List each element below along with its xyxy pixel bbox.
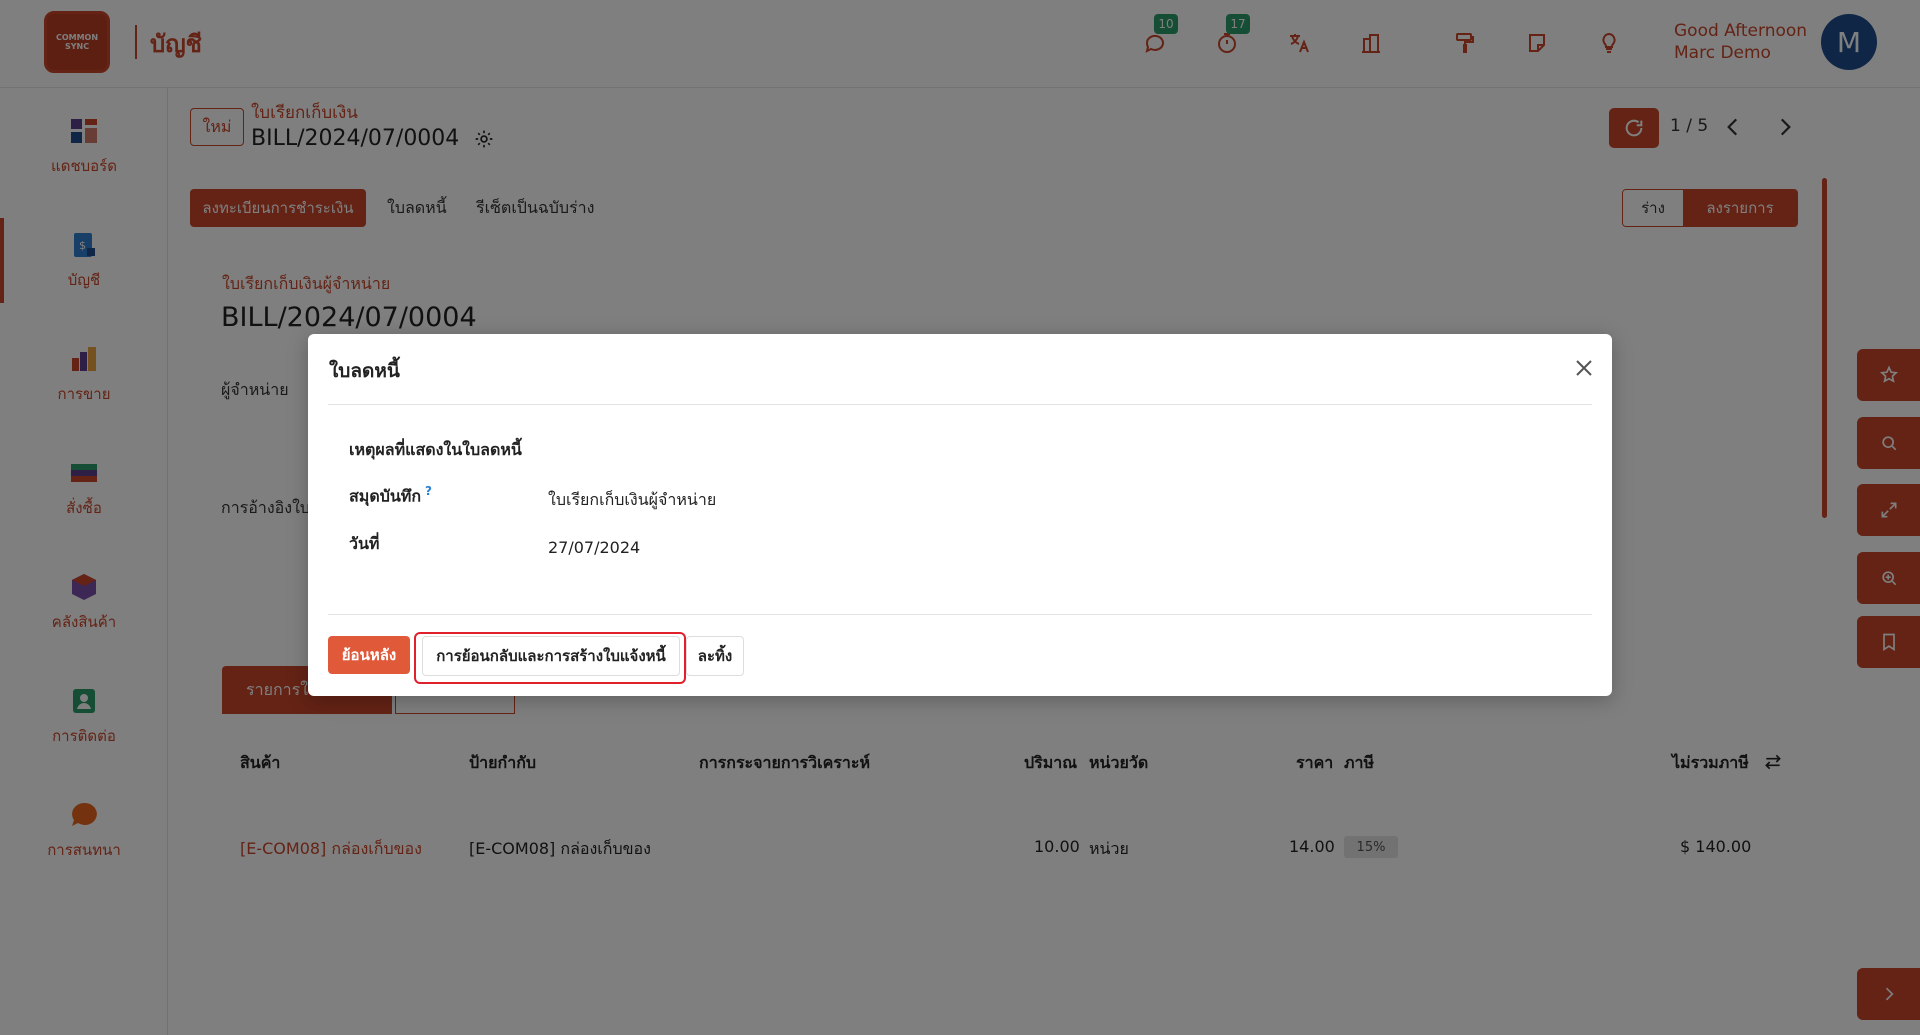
dialog-divider-top: [328, 404, 1592, 405]
journal-label: สมุดบันทึก?: [349, 484, 432, 509]
reverse-and-create-invoice-button[interactable]: การย้อนกลับและการสร้างใบแจ้งหนี้: [422, 636, 680, 676]
reverse-button[interactable]: ย้อนหลัง: [328, 636, 410, 674]
close-icon[interactable]: [1572, 356, 1596, 380]
dialog-title: ใบลดหนี้: [329, 360, 400, 382]
date-value[interactable]: 27/07/2024: [548, 538, 640, 557]
journal-label-text: สมุดบันทึก: [349, 486, 422, 506]
journal-value[interactable]: ใบเรียกเก็บเงินผู้จำหน่าย: [548, 488, 716, 513]
dialog-divider-bottom: [328, 614, 1592, 615]
help-icon[interactable]: ?: [425, 484, 432, 498]
reason-label: เหตุผลที่แสดงในใบลดหนี้: [349, 440, 522, 459]
credit-note-dialog: ใบลดหนี้ เหตุผลที่แสดงในใบลดหนี้ สมุดบัน…: [308, 334, 1612, 696]
date-label: วันที่: [349, 534, 380, 553]
discard-button[interactable]: ละทิ้ง: [686, 636, 744, 676]
